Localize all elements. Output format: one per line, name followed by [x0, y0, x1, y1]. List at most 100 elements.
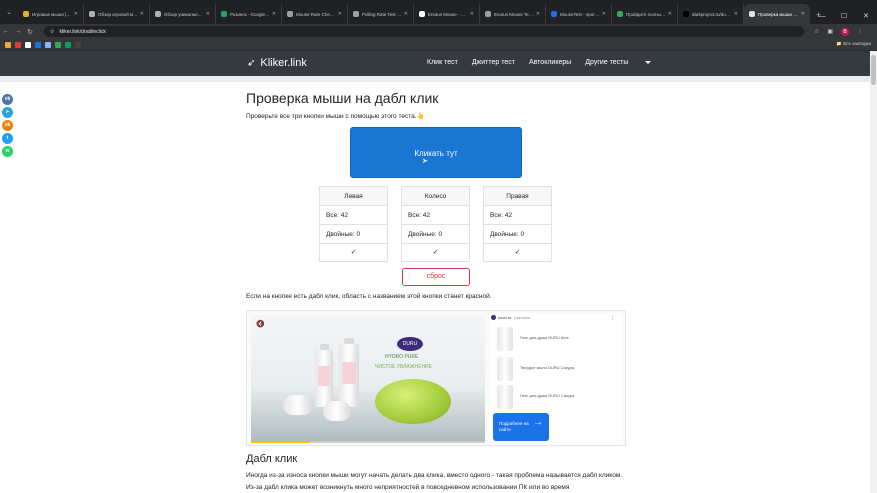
nav-autoclickers[interactable]: Автокликеры — [529, 59, 571, 66]
bookmark-icon[interactable] — [65, 41, 71, 48]
browser-tab[interactable]: MouseTest - програм ✕ — [546, 4, 612, 24]
nav-other-tests[interactable]: Другие тесты — [585, 59, 652, 66]
tab-close-icon[interactable]: ✕ — [536, 11, 540, 17]
tab-close-icon[interactable]: ✕ — [404, 11, 408, 17]
bookmark-icon[interactable] — [75, 41, 81, 48]
forward-icon[interactable]: → — [12, 28, 24, 35]
tab-label: Polling Rate Test - Ch — [362, 11, 402, 17]
muted-speaker-icon[interactable]: 🔇 — [256, 320, 266, 330]
tab-favicon-icon — [23, 11, 29, 17]
bookmark-icon[interactable] — [15, 41, 21, 48]
stats-double: Двойные: 0 — [402, 225, 469, 244]
ad-product[interactable]: Гель для душа DURU Сакура — [493, 385, 619, 411]
browser-tab[interactable]: darkproject.ru/downl ✕ — [678, 4, 744, 24]
browser-menu-icon[interactable]: ⋮ — [857, 28, 863, 35]
product-label: Гель для душа DURU Aloe — [520, 335, 569, 340]
scrollbar-thumb[interactable] — [871, 55, 876, 85]
ad-line-2: ЧИСТОЕ УВЛАЖНЕНИЕ — [375, 364, 432, 370]
telegram-share-icon[interactable]: ➤ — [2, 107, 13, 118]
bookmark-icon[interactable] — [55, 41, 61, 48]
site-info-icon[interactable]: ⚙ — [50, 29, 54, 35]
odnoklassniki-share-icon[interactable]: ok — [2, 120, 13, 131]
close-window-icon[interactable]: ✕ — [855, 0, 877, 24]
browser-tab[interactable]: Проверка мыши на д ✕ — [744, 4, 810, 24]
ad-video-progress[interactable] — [251, 441, 485, 443]
product-thumb — [497, 327, 513, 351]
tab-favicon-icon — [419, 11, 425, 17]
soap-image — [283, 395, 313, 415]
nav-jitter-test[interactable]: Джиттер тест — [472, 59, 515, 66]
info-text: Если на кнопке есть дабл клик, область с… — [246, 293, 492, 300]
bookmark-star-icon[interactable]: ☆ — [814, 28, 819, 35]
left-button-stats: Левая Все: 42 Двойные: 0 ✓ — [319, 186, 388, 262]
browser-tab[interactable]: Enotus Mouse Test 0. ✕ — [480, 4, 546, 24]
tab-close-icon[interactable]: ✕ — [668, 11, 672, 17]
bookmark-icon[interactable] — [5, 41, 11, 48]
click-here-button[interactable]: Кликать тут — [350, 127, 522, 178]
tab-close-icon[interactable]: ✕ — [74, 11, 78, 17]
url-text: kliker.link/doubleclick — [59, 28, 106, 35]
extensions-icon[interactable]: ▣ — [827, 28, 833, 35]
browser-tab[interactable]: Polling Rate Test - Ch ✕ — [348, 4, 414, 24]
nav-other-tests-label: Другие тесты — [585, 59, 629, 66]
product-thumb — [497, 385, 513, 409]
site-logo[interactable]: ➶ Kliker.link — [247, 57, 307, 69]
browser-tab[interactable]: Обзор уникальной м ✕ — [150, 4, 216, 24]
page-title: Проверка мыши на дабл клик — [246, 90, 439, 106]
browser-tab[interactable]: Игровые мыши | Ob ✕ — [18, 4, 84, 24]
reload-icon[interactable]: ↻ — [24, 28, 36, 36]
tab-close-icon[interactable]: ✕ — [470, 11, 474, 17]
tab-label: Mouse Rate Checker — [296, 11, 336, 17]
advertisement[interactable]: 🔇 DURU HYDRO PURE ЧИСТОЕ УВЛАЖНЕНИЕ ozon… — [246, 310, 626, 446]
tab-close-icon[interactable]: ✕ — [206, 11, 210, 17]
tab-label: darkproject.ru/downl — [692, 11, 732, 17]
ad-tag: реклама — [514, 315, 531, 320]
tab-close-icon[interactable]: ✕ — [734, 11, 738, 17]
green-soap-image — [375, 379, 451, 424]
stats-all: Все: 42 — [484, 206, 551, 225]
bottle-image — [339, 338, 359, 407]
browser-tab[interactable]: Розинск - Google Таб ✕ — [216, 4, 282, 24]
stats-all: Все: 42 — [402, 206, 469, 225]
bookmark-icon[interactable] — [35, 41, 41, 48]
browser-tab[interactable]: Обзор игровой мыш ✕ — [84, 4, 150, 24]
twitter-share-icon[interactable]: t — [2, 133, 13, 144]
all-bookmarks-link[interactable]: 📁 Все закладки — [836, 41, 871, 47]
browser-tab[interactable]: Mouse Rate Checker ✕ — [282, 4, 348, 24]
stats-header: Колесо — [402, 187, 469, 206]
tab-close-icon[interactable]: ✕ — [140, 11, 144, 17]
vk-share-icon[interactable]: vk — [2, 94, 13, 105]
browser-tab[interactable]: Enotus Mouse - Поис ✕ — [414, 4, 480, 24]
ad-more-button[interactable]: Подробнее на сайте → — [493, 413, 549, 441]
minimize-icon[interactable]: — — [811, 0, 833, 24]
address-input[interactable]: ⚙ kliker.link/doubleclick — [44, 26, 804, 37]
tab-close-icon[interactable]: ✕ — [602, 11, 606, 17]
bookmarks-bar: 📁 Все закладки — [0, 39, 877, 51]
more-options-icon[interactable]: ⋮ — [610, 315, 615, 321]
whatsapp-share-icon[interactable]: w — [2, 146, 13, 157]
tab-search-icon[interactable]: ⌄ — [4, 8, 14, 18]
check-icon: ✓ — [514, 249, 521, 256]
back-icon[interactable]: ← — [0, 28, 12, 35]
reset-button[interactable]: сброс — [402, 268, 470, 286]
tab-close-icon[interactable]: ✕ — [801, 11, 805, 17]
profile-avatar[interactable]: B — [841, 27, 850, 36]
ad-product[interactable]: Твердое мыло DURU Сакура — [493, 357, 619, 383]
bookmark-icon[interactable] — [45, 41, 51, 48]
ad-product[interactable]: Гель для душа DURU Aloe — [493, 327, 619, 353]
browser-tab[interactable]: Пройдите полный т ✕ — [612, 4, 678, 24]
ad-source[interactable]: ozon.ru реклама — [491, 315, 530, 320]
tab-label: Проверка мыши на д — [758, 11, 799, 17]
tab-close-icon[interactable]: ✕ — [272, 11, 276, 17]
nav-click-test[interactable]: Клик тест — [427, 59, 458, 66]
ad-video[interactable]: 🔇 DURU HYDRO PURE ЧИСТОЕ УВЛАЖНЕНИЕ — [251, 315, 485, 443]
page-scrollbar[interactable] — [870, 51, 877, 493]
tab-close-icon[interactable]: ✕ — [338, 11, 342, 17]
bookmark-icon[interactable] — [25, 41, 31, 48]
ad-sidebar: ozon.ru реклама ⋮ Гель для душа DURU Aloe… — [489, 313, 623, 445]
mouse-pointer-icon: ➤ — [422, 158, 428, 165]
tab-label: Пройдите полный т — [626, 11, 666, 17]
maximize-icon[interactable]: ☐ — [833, 0, 855, 24]
section-title: Дабл клик — [246, 453, 298, 465]
arrow-right-icon: → — [533, 417, 543, 428]
